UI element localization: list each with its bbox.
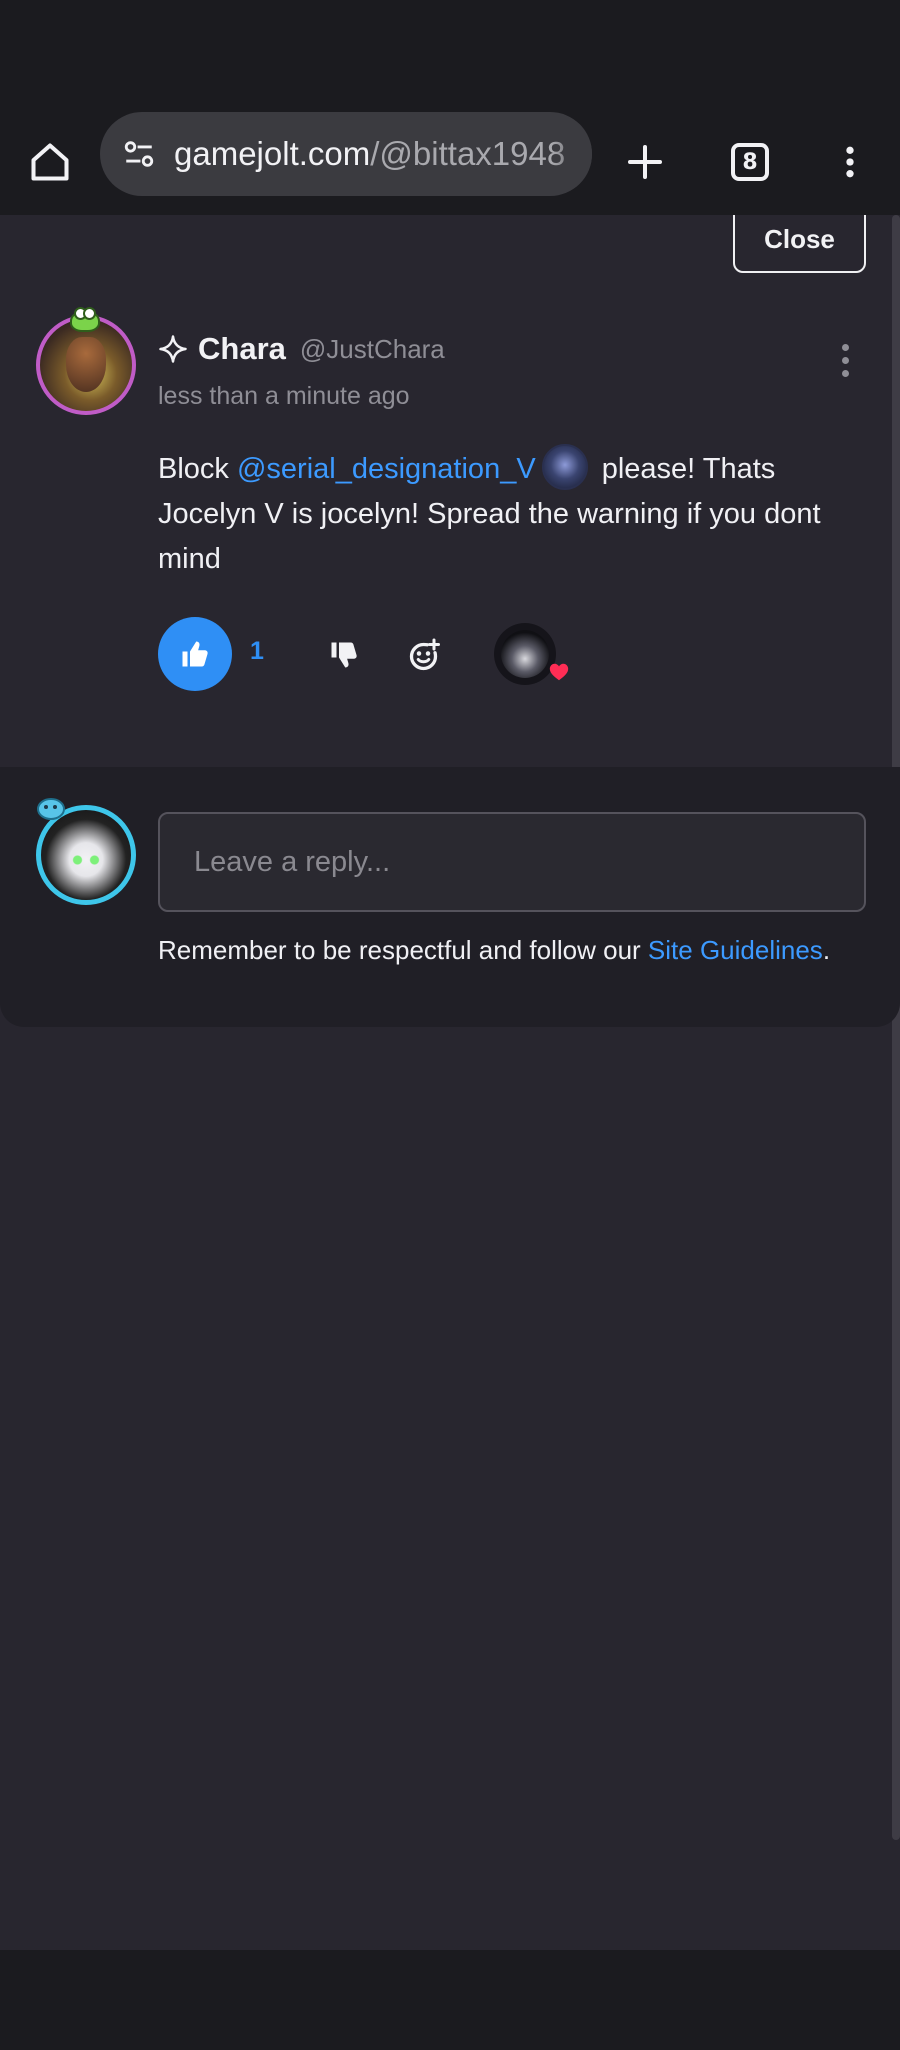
mention-avatar bbox=[541, 444, 588, 491]
mention-link[interactable]: @serial_designation_V bbox=[237, 453, 536, 485]
avatar-image bbox=[69, 854, 103, 866]
dislike-button[interactable] bbox=[324, 635, 364, 675]
heart-icon bbox=[546, 659, 572, 685]
more-vert-icon bbox=[841, 343, 849, 351]
guidelines-period: . bbox=[822, 935, 831, 965]
url-text: gamejolt.com/@bittax1948 bbox=[174, 135, 565, 173]
url-fade bbox=[552, 112, 592, 196]
tune-icon bbox=[124, 141, 154, 167]
author-name[interactable]: Chara bbox=[198, 331, 286, 367]
site-settings-button[interactable] bbox=[104, 112, 174, 196]
add-reaction-button[interactable] bbox=[403, 633, 447, 677]
site-guidelines-link[interactable]: Site Guidelines bbox=[648, 935, 823, 965]
status-bar bbox=[0, 0, 900, 110]
like-count[interactable]: 1 bbox=[250, 637, 264, 666]
avatar-image bbox=[66, 337, 106, 392]
url-path: /@bittax1948 bbox=[370, 135, 566, 172]
frog-badge-icon bbox=[70, 307, 100, 332]
more-vert-icon-dot bbox=[841, 369, 849, 377]
comment-options-button[interactable] bbox=[830, 335, 860, 385]
thumbs-up-icon bbox=[182, 641, 208, 667]
url-bar[interactable]: gamejolt.com/@bittax1948 bbox=[100, 112, 592, 196]
thumbs-down-icon bbox=[331, 642, 357, 668]
browser-toolbar: gamejolt.com/@bittax1948 8 bbox=[0, 110, 900, 215]
url-host: gamejolt.com bbox=[174, 135, 371, 172]
author-handle[interactable]: @JustChara bbox=[300, 334, 445, 365]
like-button[interactable] bbox=[158, 617, 232, 691]
reply-section: Remember to be respectful and follow our… bbox=[0, 767, 900, 1027]
comment-modal: Close Chara @JustChara less than a minut… bbox=[0, 215, 900, 1950]
reactor-avatar-image bbox=[501, 630, 549, 678]
guidelines-note: Remember to be respectful and follow our… bbox=[158, 935, 830, 966]
tabs-icon: 8 bbox=[731, 143, 769, 181]
user-badge-icon bbox=[37, 798, 65, 820]
author-row: Chara @JustChara bbox=[158, 331, 445, 367]
more-vert-icon bbox=[846, 146, 854, 178]
close-button[interactable]: Close bbox=[733, 215, 866, 273]
sparkle-icon bbox=[159, 335, 187, 363]
add-reaction-icon bbox=[409, 638, 440, 671]
browser-menu-button[interactable] bbox=[820, 132, 880, 192]
navigation-bar bbox=[0, 1950, 900, 2050]
reply-input[interactable] bbox=[158, 812, 866, 912]
plus-icon bbox=[628, 145, 662, 179]
scrollbar[interactable] bbox=[892, 215, 900, 1840]
comment-body: Block @serial_designation_V please! That… bbox=[158, 444, 848, 582]
home-icon bbox=[31, 143, 69, 181]
more-vert-icon-dot bbox=[841, 356, 849, 364]
home-button[interactable] bbox=[20, 132, 80, 192]
comment-timestamp: less than a minute ago bbox=[158, 382, 410, 410]
guidelines-text: Remember to be respectful and follow our bbox=[158, 935, 648, 965]
comment-text-before: Block bbox=[158, 453, 237, 485]
tab-switcher-button[interactable]: 8 bbox=[720, 132, 780, 192]
new-tab-button[interactable] bbox=[615, 132, 675, 192]
